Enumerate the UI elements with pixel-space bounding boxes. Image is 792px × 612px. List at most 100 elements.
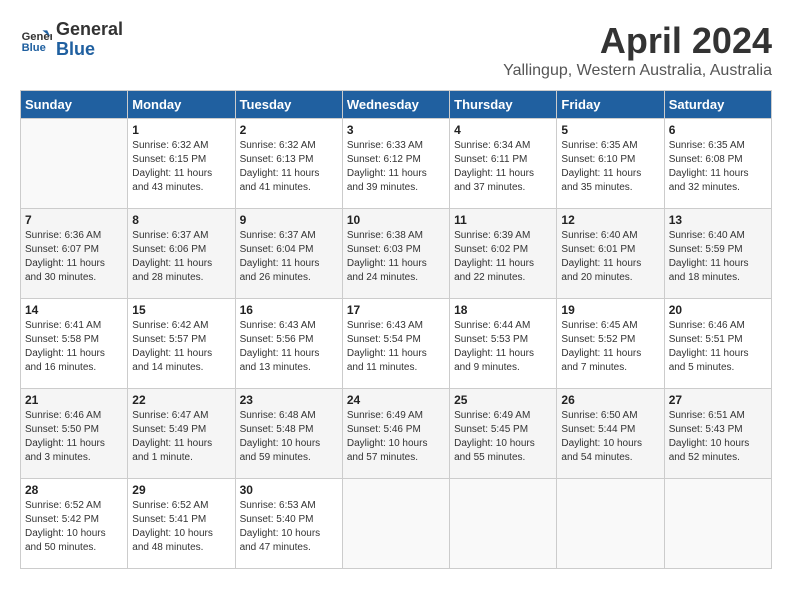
day-cell: 8 Sunrise: 6:37 AMSunset: 6:06 PMDaylight…: [128, 209, 235, 299]
week-row-4: 21Sunrise: 6:46 AMSunset: 5:50 PMDayligh…: [21, 389, 772, 479]
day-info: Sunrise: 6:45 AMSunset: 5:52 PMDaylight:…: [561, 319, 659, 375]
header-cell-friday: Friday: [557, 91, 664, 119]
header-cell-tuesday: Tuesday: [235, 91, 342, 119]
logo: General Blue General Blue: [20, 20, 123, 60]
day-number: 29: [132, 483, 230, 497]
day-cell: 13Sunrise: 6:40 AMSunset: 5:59 PMDayligh…: [664, 209, 771, 299]
day-number: 6: [669, 123, 767, 137]
month-title: April 2024: [503, 20, 772, 62]
day-cell: 7 Sunrise: 6:36 AMSunset: 6:07 PMDaylight…: [21, 209, 128, 299]
day-info: Sunrise: 6:33 AMSunset: 6:12 PMDaylight:…: [347, 139, 445, 195]
logo-line1: General: [56, 20, 123, 40]
day-number: 14: [25, 303, 123, 317]
day-cell: 4 Sunrise: 6:34 AMSunset: 6:11 PMDaylight…: [450, 119, 557, 209]
calendar-body: 1 Sunrise: 6:32 AMSunset: 6:15 PMDaylight…: [21, 119, 772, 569]
day-cell: 3 Sunrise: 6:33 AMSunset: 6:12 PMDaylight…: [342, 119, 449, 209]
day-info: Sunrise: 6:38 AMSunset: 6:03 PMDaylight:…: [347, 229, 445, 285]
logo-icon: General Blue: [20, 24, 52, 56]
day-cell: 25 Sunrise: 6:49 AMSunset: 5:45 PMDayligh…: [450, 389, 557, 479]
day-info: Sunrise: 6:52 AMSunset: 5:41 PMDaylight:…: [132, 499, 230, 555]
day-number: 25: [454, 393, 552, 407]
day-number: 21: [25, 393, 123, 407]
day-cell: 2 Sunrise: 6:32 AMSunset: 6:13 PMDaylight…: [235, 119, 342, 209]
day-cell: 15 Sunrise: 6:42 AMSunset: 5:57 PMDayligh…: [128, 299, 235, 389]
header-cell-wednesday: Wednesday: [342, 91, 449, 119]
day-info: Sunrise: 6:44 AMSunset: 5:53 PMDaylight:…: [454, 319, 552, 375]
day-number: 20: [669, 303, 767, 317]
day-info: Sunrise: 6:39 AMSunset: 6:02 PMDaylight:…: [454, 229, 552, 285]
logo-line2: Blue: [56, 40, 123, 60]
day-info: Sunrise: 6:40 AMSunset: 6:01 PMDaylight:…: [561, 229, 659, 285]
day-cell: 21Sunrise: 6:46 AMSunset: 5:50 PMDayligh…: [21, 389, 128, 479]
week-row-3: 14 Sunrise: 6:41 AMSunset: 5:58 PMDayligh…: [21, 299, 772, 389]
day-cell: 10 Sunrise: 6:38 AMSunset: 6:03 PMDayligh…: [342, 209, 449, 299]
day-number: 22: [132, 393, 230, 407]
day-cell: 26 Sunrise: 6:50 AMSunset: 5:44 PMDayligh…: [557, 389, 664, 479]
day-info: Sunrise: 6:32 AMSunset: 6:13 PMDaylight:…: [240, 139, 338, 195]
day-info: Sunrise: 6:32 AMSunset: 6:15 PMDaylight:…: [132, 139, 230, 195]
day-number: 4: [454, 123, 552, 137]
day-cell: 30 Sunrise: 6:53 AMSunset: 5:40 PMDayligh…: [235, 479, 342, 569]
day-info: Sunrise: 6:36 AMSunset: 6:07 PMDaylight:…: [25, 229, 123, 285]
day-cell: 23Sunrise: 6:48 AMSunset: 5:48 PMDayligh…: [235, 389, 342, 479]
day-cell: [342, 479, 449, 569]
day-number: 16: [240, 303, 338, 317]
day-cell: 9 Sunrise: 6:37 AMSunset: 6:04 PMDaylight…: [235, 209, 342, 299]
day-number: 7: [25, 213, 123, 227]
day-cell: 16 Sunrise: 6:43 AMSunset: 5:56 PMDayligh…: [235, 299, 342, 389]
day-number: 15: [132, 303, 230, 317]
day-cell: 12Sunrise: 6:40 AMSunset: 6:01 PMDayligh…: [557, 209, 664, 299]
day-number: 8: [132, 213, 230, 227]
day-cell: 29 Sunrise: 6:52 AMSunset: 5:41 PMDayligh…: [128, 479, 235, 569]
day-number: 17: [347, 303, 445, 317]
day-info: Sunrise: 6:50 AMSunset: 5:44 PMDaylight:…: [561, 409, 659, 465]
day-cell: 14 Sunrise: 6:41 AMSunset: 5:58 PMDayligh…: [21, 299, 128, 389]
day-cell: 18 Sunrise: 6:44 AMSunset: 5:53 PMDayligh…: [450, 299, 557, 389]
day-number: 26: [561, 393, 659, 407]
header-cell-sunday: Sunday: [21, 91, 128, 119]
page-header: General Blue General Blue April 2024 Yal…: [20, 20, 772, 80]
day-number: 18: [454, 303, 552, 317]
day-number: 27: [669, 393, 767, 407]
day-info: Sunrise: 6:47 AMSunset: 5:49 PMDaylight:…: [132, 409, 230, 465]
day-info: Sunrise: 6:53 AMSunset: 5:40 PMDaylight:…: [240, 499, 338, 555]
header-row: SundayMondayTuesdayWednesdayThursdayFrid…: [21, 91, 772, 119]
day-info: Sunrise: 6:43 AMSunset: 5:54 PMDaylight:…: [347, 319, 445, 375]
day-info: Sunrise: 6:34 AMSunset: 6:11 PMDaylight:…: [454, 139, 552, 195]
day-info: Sunrise: 6:48 AMSunset: 5:48 PMDaylight:…: [240, 409, 338, 465]
day-number: 9: [240, 213, 338, 227]
day-cell: [21, 119, 128, 209]
day-number: 1: [132, 123, 230, 137]
day-cell: 11 Sunrise: 6:39 AMSunset: 6:02 PMDayligh…: [450, 209, 557, 299]
day-cell: 1 Sunrise: 6:32 AMSunset: 6:15 PMDaylight…: [128, 119, 235, 209]
day-number: 28: [25, 483, 123, 497]
day-info: Sunrise: 6:41 AMSunset: 5:58 PMDaylight:…: [25, 319, 123, 375]
day-cell: 6 Sunrise: 6:35 AMSunset: 6:08 PMDaylight…: [664, 119, 771, 209]
header-cell-saturday: Saturday: [664, 91, 771, 119]
day-info: Sunrise: 6:46 AMSunset: 5:51 PMDaylight:…: [669, 319, 767, 375]
day-cell: [450, 479, 557, 569]
day-number: 11: [454, 213, 552, 227]
day-number: 5: [561, 123, 659, 137]
calendar-header: SundayMondayTuesdayWednesdayThursdayFrid…: [21, 91, 772, 119]
day-info: Sunrise: 6:43 AMSunset: 5:56 PMDaylight:…: [240, 319, 338, 375]
day-number: 10: [347, 213, 445, 227]
day-cell: 22 Sunrise: 6:47 AMSunset: 5:49 PMDayligh…: [128, 389, 235, 479]
day-number: 30: [240, 483, 338, 497]
day-info: Sunrise: 6:35 AMSunset: 6:08 PMDaylight:…: [669, 139, 767, 195]
day-cell: 19 Sunrise: 6:45 AMSunset: 5:52 PMDayligh…: [557, 299, 664, 389]
week-row-1: 1 Sunrise: 6:32 AMSunset: 6:15 PMDaylight…: [21, 119, 772, 209]
day-info: Sunrise: 6:42 AMSunset: 5:57 PMDaylight:…: [132, 319, 230, 375]
week-row-5: 28Sunrise: 6:52 AMSunset: 5:42 PMDayligh…: [21, 479, 772, 569]
day-info: Sunrise: 6:37 AMSunset: 6:04 PMDaylight:…: [240, 229, 338, 285]
header-cell-monday: Monday: [128, 91, 235, 119]
day-number: 19: [561, 303, 659, 317]
day-number: 2: [240, 123, 338, 137]
day-cell: 17 Sunrise: 6:43 AMSunset: 5:54 PMDayligh…: [342, 299, 449, 389]
day-number: 3: [347, 123, 445, 137]
day-cell: 20 Sunrise: 6:46 AMSunset: 5:51 PMDayligh…: [664, 299, 771, 389]
day-cell: 5Sunrise: 6:35 AMSunset: 6:10 PMDaylight…: [557, 119, 664, 209]
day-info: Sunrise: 6:40 AMSunset: 5:59 PMDaylight:…: [669, 229, 767, 285]
day-info: Sunrise: 6:37 AMSunset: 6:06 PMDaylight:…: [132, 229, 230, 285]
day-info: Sunrise: 6:49 AMSunset: 5:45 PMDaylight:…: [454, 409, 552, 465]
